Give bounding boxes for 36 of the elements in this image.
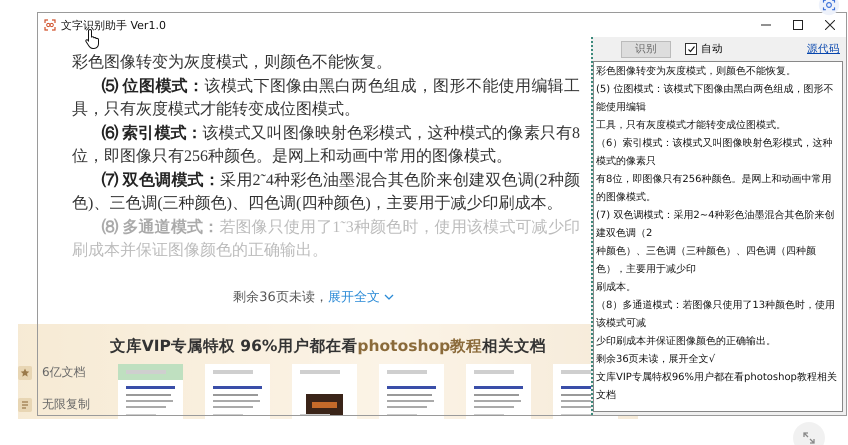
ocr-icon bbox=[44, 19, 56, 31]
star-icon bbox=[18, 366, 32, 380]
output-line: 工具，只有灰度模式才能转变成位图模式。 bbox=[596, 118, 787, 133]
output-line: 刷成本。 bbox=[596, 280, 637, 295]
document-icon bbox=[18, 398, 32, 412]
output-line: 少印刷成本并保证图像颜色的正确输出。 bbox=[596, 334, 777, 349]
close-icon[interactable] bbox=[825, 20, 835, 30]
maximize-icon[interactable] bbox=[793, 20, 803, 30]
banner-title: 文库VIP专属特权 96%用户都在看photoshop教程相关文档 bbox=[108, 336, 548, 356]
output-line: 彩色图像转变为灰度模式，则颜色不能恢复。 bbox=[596, 64, 797, 79]
document-paragraph: 彩色图像转变为灰度模式，则颜色不能恢复。 bbox=[72, 52, 393, 73]
auto-checkbox[interactable] bbox=[685, 43, 697, 55]
output-line: 文库VIP专属特权96%用户都在看photoshop教程相关文档 bbox=[596, 370, 838, 403]
document-paragraph: ⑺ 双色调模式：采用2˜4种彩色油墨混合其色阶来创建双色调(2种颜色)、三色调(三种颜色)、四色调(四种颜色)，主要用于减少印刷成本。 bbox=[72, 170, 580, 214]
output-line: (5) 位图模式：该模式下图像由黑白两色组成，图形不能使用编辑 bbox=[596, 82, 834, 115]
output-line: (7) 双色调模式：采用2~4种彩色油墨混合其色阶来创建双色调（2 bbox=[596, 208, 836, 241]
perk-label: 6亿文档 bbox=[42, 365, 86, 380]
recognize-button[interactable]: 识别 bbox=[621, 40, 671, 58]
document-paragraph: ⑻ 多通道模式：若图像只使用了1˜3种颜色时，使用该模式可减少印刷成本并保证图像颜色的正确输出。 bbox=[72, 217, 580, 261]
output-line: （8）多通道模式：若图像只使用了13种颜色时，使用该模式可减 bbox=[596, 298, 836, 331]
fullscreen-icon[interactable] bbox=[792, 421, 826, 445]
remaining-pages-text: 剩余36页未读， bbox=[233, 289, 328, 306]
output-line: 剩余36页未读，展开全文√ bbox=[596, 352, 716, 367]
scan-icon[interactable] bbox=[818, 0, 840, 16]
auto-label: 自动 bbox=[701, 42, 723, 56]
chevron-down-icon[interactable] bbox=[384, 294, 394, 300]
source-code-link[interactable]: 源代码 bbox=[807, 42, 840, 56]
output-line: 种颜色）、三色调（三种颜色）、四色调（四种颜色），主要用于减少印 bbox=[596, 244, 817, 277]
output-line: 有8位，即图像只有256种颜色。是网上和动画中常用的图像模式。 bbox=[596, 172, 832, 205]
document-paragraph: ⑸ 位图模式：该模式下图像由黑白两色组成，图形不能使用编辑工具，只有灰度模式才能转变成位图模式。 bbox=[72, 76, 580, 120]
expand-full-text-link[interactable]: 展开全文 bbox=[328, 288, 394, 306]
output-line: （6）索引模式：该模式又叫图像映射色彩模式，这种模式的像素只 bbox=[596, 136, 834, 169]
window-title: 文字识别助手 Ver1.0 bbox=[61, 18, 167, 32]
document-paragraph: ⑹ 索引模式：该模式又叫图像映射色彩模式，这种模式的像素只有8位，即图像只有256种颜色。是网上和动画中常用的图像模式。 bbox=[72, 123, 580, 167]
perk-label: 无限复制 bbox=[42, 397, 90, 412]
ocr-output-field[interactable] bbox=[593, 61, 843, 412]
